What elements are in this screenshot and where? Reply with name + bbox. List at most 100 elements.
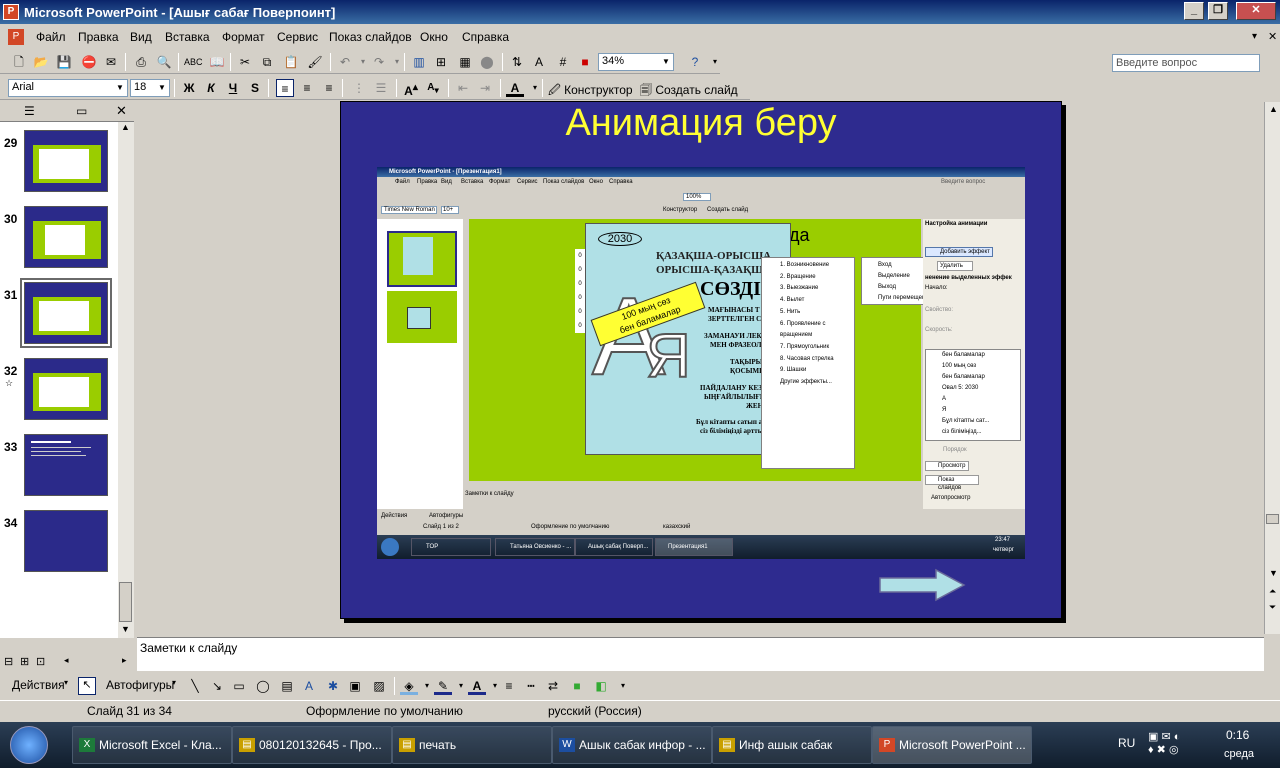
new-icon[interactable]: 🗋	[10, 53, 28, 71]
new-slide-button[interactable]: 🗐 Создать слайд	[640, 81, 738, 102]
slide-thumb[interactable]	[24, 510, 108, 572]
actions-menu[interactable]: Действия	[12, 678, 65, 692]
textbox-icon[interactable]: ▤	[278, 677, 296, 695]
menu-help[interactable]: Справка	[462, 30, 509, 44]
question-input[interactable]: Введите вопрос	[1112, 54, 1260, 72]
font-color-draw-icon[interactable]: A	[468, 677, 486, 695]
numbering-icon[interactable]: ⋮	[350, 79, 368, 97]
align-right-icon[interactable]: ≡	[320, 79, 338, 97]
preview-icon[interactable]: 🔍	[155, 53, 173, 71]
permission-icon[interactable]: ⛔	[80, 53, 98, 71]
research-icon[interactable]: 📖	[208, 53, 226, 71]
next-slide-icon[interactable]: ⏷	[1269, 602, 1276, 613]
menu-insert[interactable]: Вставка	[165, 30, 210, 44]
copy-icon[interactable]: ⧉	[258, 53, 276, 71]
question-dropdown-icon[interactable]: ▾	[1252, 31, 1257, 42]
maximize-button[interactable]: ❐	[1208, 2, 1228, 20]
tray-icons[interactable]: ▣ ✉ ◐ ♦ ✖ ◎	[1148, 730, 1198, 760]
notes-pane[interactable]: Заметки к слайду	[137, 637, 1264, 671]
slide-title[interactable]: Анимация беру	[340, 101, 1062, 145]
task-excel[interactable]: X Microsoft Excel - Кла...	[72, 726, 232, 764]
show-format-icon[interactable]: A	[530, 53, 548, 71]
decrease-font-icon[interactable]: A▾	[424, 79, 442, 97]
slides-tab-icon[interactable]: ▭	[76, 104, 87, 118]
paste-icon[interactable]: 📋	[282, 53, 300, 71]
bullets-icon[interactable]: ☰	[372, 79, 390, 97]
document-icon[interactable]: P	[8, 29, 24, 45]
slide-thumb[interactable]	[24, 434, 108, 496]
draw-options-icon[interactable]: ▾	[614, 677, 632, 695]
next-arrow-shape[interactable]	[878, 568, 968, 602]
shadow-style-icon[interactable]: ■	[568, 677, 586, 695]
redo-icon[interactable]: ↷	[370, 53, 388, 71]
slideshow-view-icon[interactable]: ⊡	[36, 655, 45, 668]
table-icon[interactable]: ⊞	[432, 53, 450, 71]
line-style-icon[interactable]: ≡	[500, 677, 518, 695]
table2-icon[interactable]: ▦	[456, 53, 474, 71]
task-word[interactable]: W Ашык сабак инфор - ...	[552, 726, 712, 764]
print-icon[interactable]: ⎙	[132, 53, 150, 71]
menu-format[interactable]: Формат	[222, 30, 265, 44]
shadow-button[interactable]: S	[246, 79, 264, 97]
chart-icon[interactable]: ▥	[410, 53, 428, 71]
normal-view-icon[interactable]: ⊟	[4, 655, 13, 668]
menu-tools[interactable]: Сервис	[277, 30, 318, 44]
rectangle-icon[interactable]: ▭	[230, 677, 248, 695]
designer-button[interactable]: 🖉 Конструктор	[548, 81, 633, 102]
dash-style-icon[interactable]: ┅	[522, 677, 540, 695]
undo-icon[interactable]: ↶	[336, 53, 354, 71]
cut-icon[interactable]: ✂	[236, 53, 254, 71]
task-print[interactable]: ▤ печать	[392, 726, 552, 764]
underline-button[interactable]: Ч	[224, 79, 242, 97]
arrow-style-icon[interactable]: ⇄	[544, 677, 562, 695]
diagram-insert-icon[interactable]: ✱	[324, 677, 342, 695]
minimize-button[interactable]: _	[1184, 2, 1204, 20]
clipart-icon[interactable]: ▣	[346, 677, 364, 695]
pane-close-icon[interactable]: ✕	[116, 103, 127, 119]
menu-view[interactable]: Вид	[130, 30, 152, 44]
slide-screenshot[interactable]: Microsoft PowerPoint - [Презентация1] Фа…	[377, 167, 1025, 559]
line-icon[interactable]: ╲	[186, 677, 204, 695]
start-button[interactable]	[10, 726, 48, 764]
align-center-icon[interactable]: ≡	[298, 79, 316, 97]
open-icon[interactable]: 📂	[32, 53, 50, 71]
hscroll-right-icon[interactable]: ▸	[122, 655, 127, 666]
picture-icon[interactable]: ▨	[370, 677, 388, 695]
diagram-icon[interactable]: ⬤	[478, 53, 496, 71]
slide-thumb[interactable]	[24, 206, 108, 268]
menu-file[interactable]: Файл	[36, 30, 66, 44]
canvas-scrollbar[interactable]: ▲ ▼ ⏶ ⏷	[1264, 102, 1280, 634]
email-icon[interactable]: ✉	[102, 53, 120, 71]
autoshapes-dropdown-icon[interactable]: ▾	[172, 678, 176, 687]
wordart-icon[interactable]: A	[300, 677, 318, 695]
autoshapes-menu[interactable]: Автофигуры	[106, 678, 174, 692]
menu-edit[interactable]: Правка	[78, 30, 119, 44]
help-icon[interactable]: ?	[686, 53, 704, 71]
language-indicator[interactable]: RU	[1118, 736, 1135, 750]
hscroll-left-icon[interactable]: ◂	[64, 655, 69, 666]
font-size-select[interactable]: 18 ▼	[130, 79, 170, 97]
scroll-down-icon[interactable]: ▼	[1269, 568, 1278, 578]
slide-thumb-selected[interactable]	[20, 278, 112, 348]
decrease-indent-icon[interactable]: ⇤	[454, 79, 472, 97]
expand-icon[interactable]: ⇅	[508, 53, 526, 71]
task-folder[interactable]: ▤ Инф ашык сабак	[712, 726, 872, 764]
clock-time[interactable]: 0:16	[1226, 728, 1249, 742]
fill-color-icon[interactable]: ◈	[400, 677, 418, 695]
format-painter-icon[interactable]: 🖌	[306, 53, 324, 71]
doc-close-icon[interactable]: ✕	[1268, 30, 1277, 43]
task-explorer[interactable]: ▤ 080120132645 - Про...	[232, 726, 392, 764]
effects-menu[interactable]: 1. Возникновение 2. Вращение 3. Выезжани…	[761, 257, 855, 469]
line-color-icon[interactable]: ✎	[434, 677, 452, 695]
actions-dropdown-icon[interactable]: ▾	[64, 678, 68, 687]
color-icon[interactable]: ■	[576, 53, 594, 71]
increase-indent-icon[interactable]: ⇥	[476, 79, 494, 97]
align-left-icon[interactable]: ≡	[276, 79, 294, 97]
notes-text[interactable]: Заметки к слайду	[140, 641, 237, 655]
scroll-thumb[interactable]	[1266, 514, 1279, 524]
font-color-icon[interactable]: A	[506, 79, 524, 97]
3d-style-icon[interactable]: ◧	[592, 677, 610, 695]
grid-icon[interactable]: #	[554, 53, 572, 71]
task-powerpoint[interactable]: P Microsoft PowerPoint ...	[872, 726, 1032, 764]
font-select[interactable]: Arial ▼	[8, 79, 128, 97]
